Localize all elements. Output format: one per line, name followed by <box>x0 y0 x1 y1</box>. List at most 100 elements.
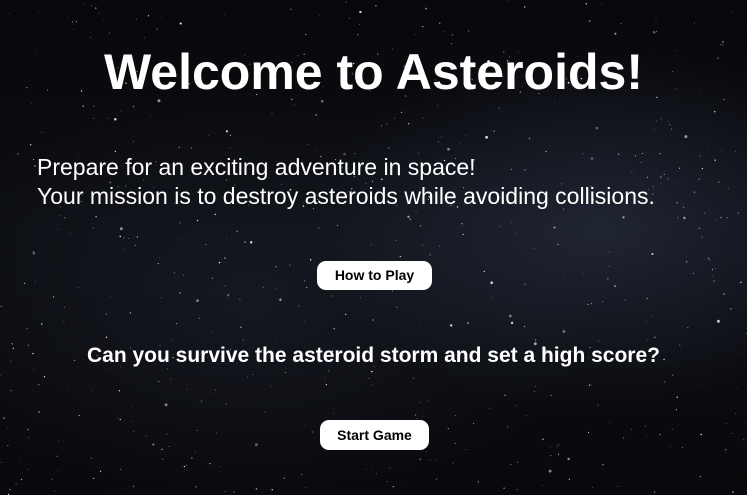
star <box>699 475 702 478</box>
star <box>676 396 678 398</box>
star <box>400 111 403 114</box>
star <box>677 217 679 219</box>
star <box>119 489 121 490</box>
star <box>624 299 626 301</box>
star <box>449 324 453 327</box>
star <box>585 3 588 5</box>
star <box>548 469 552 473</box>
star <box>654 336 656 338</box>
star <box>120 468 122 470</box>
star <box>333 327 335 330</box>
star <box>75 20 77 23</box>
star <box>290 8 292 10</box>
star <box>147 15 150 17</box>
star <box>90 457 92 459</box>
star <box>504 394 506 396</box>
star <box>675 409 677 411</box>
star <box>78 287 80 289</box>
challenge-question: Can you survive the asteroid storm and s… <box>87 344 660 367</box>
star <box>508 0 510 1</box>
star <box>421 415 423 417</box>
star <box>117 417 119 419</box>
star <box>319 15 321 16</box>
star <box>209 462 211 465</box>
star <box>51 478 54 480</box>
star <box>633 414 635 416</box>
star <box>179 22 182 25</box>
star <box>271 112 273 114</box>
star <box>107 117 110 119</box>
star <box>608 421 610 423</box>
star <box>336 224 339 227</box>
star <box>333 413 335 414</box>
star <box>279 298 282 301</box>
star <box>98 13 100 15</box>
star <box>435 459 437 462</box>
star <box>20 478 23 481</box>
star <box>53 490 55 492</box>
star <box>34 280 36 282</box>
star <box>92 477 95 480</box>
star <box>670 446 672 448</box>
star <box>461 223 463 225</box>
star <box>38 419 40 420</box>
star <box>195 486 197 488</box>
star <box>90 4 93 7</box>
star <box>365 468 367 470</box>
star <box>460 143 462 145</box>
star <box>684 135 688 139</box>
how-to-play-button[interactable]: How to Play <box>317 261 432 290</box>
star <box>396 306 398 308</box>
star <box>386 480 388 482</box>
star <box>597 404 599 407</box>
star <box>131 420 132 422</box>
star <box>344 313 347 316</box>
star <box>653 129 655 130</box>
star <box>392 485 394 488</box>
star <box>462 233 464 236</box>
star <box>159 257 161 259</box>
star <box>61 391 62 393</box>
star <box>270 385 272 387</box>
star <box>524 6 526 8</box>
star <box>647 339 648 340</box>
star <box>136 236 138 238</box>
star <box>190 147 192 149</box>
star <box>481 297 483 299</box>
star <box>315 114 317 116</box>
star <box>507 426 508 428</box>
star <box>152 443 155 446</box>
star <box>95 216 97 218</box>
star <box>124 420 126 422</box>
star <box>119 227 123 231</box>
star <box>557 445 558 447</box>
star <box>587 303 589 305</box>
star <box>247 376 249 378</box>
star <box>708 259 711 261</box>
star <box>92 223 94 224</box>
start-game-button[interactable]: Start Game <box>320 420 429 450</box>
star <box>242 339 244 341</box>
star <box>428 400 429 402</box>
star <box>255 488 258 490</box>
star <box>516 233 518 235</box>
star <box>437 141 440 143</box>
star <box>608 265 610 267</box>
star <box>438 245 441 247</box>
star <box>425 7 428 10</box>
star <box>26 468 29 471</box>
star <box>651 316 653 317</box>
star <box>465 135 467 137</box>
star <box>264 411 266 413</box>
star <box>207 135 209 137</box>
star <box>714 268 716 270</box>
star <box>92 227 95 229</box>
star <box>388 147 390 149</box>
star <box>743 439 745 441</box>
star <box>176 323 178 325</box>
star <box>528 137 531 139</box>
star <box>108 32 110 34</box>
star <box>262 286 264 288</box>
star <box>687 327 689 329</box>
star <box>499 226 501 228</box>
